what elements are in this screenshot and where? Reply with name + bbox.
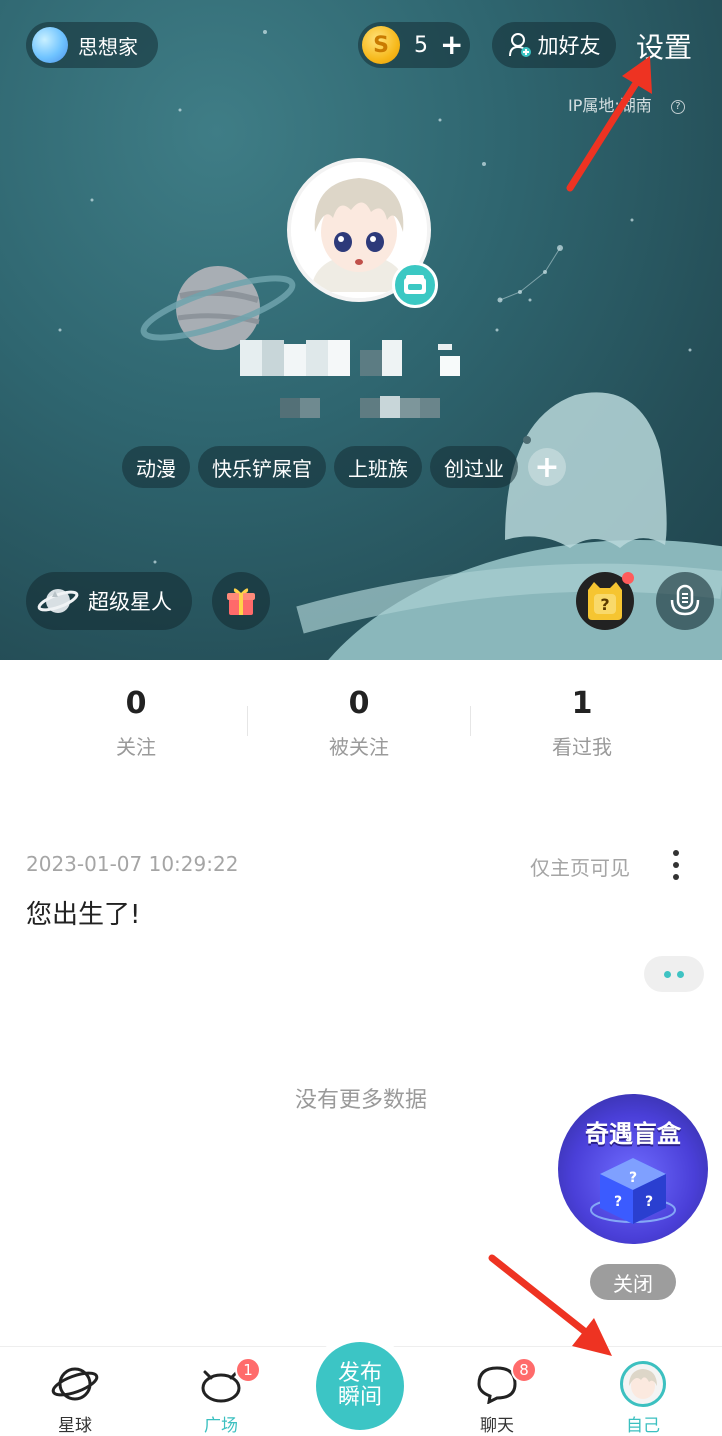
stat-value: 0 [348,686,370,721]
thinker-label: 思想家 [78,34,138,59]
coin-balance[interactable]: S 5 + [358,22,470,68]
svg-text:?: ? [614,1194,622,1210]
publish-label-line1: 发布 [337,1361,382,1386]
nav-label: 聊天 [480,1416,514,1436]
dot-icon [677,970,684,978]
publish-label-line2: 瞬间 [337,1385,382,1410]
super-star-button[interactable]: 超级星人 [26,572,192,630]
more-options-icon[interactable] [664,848,688,882]
tag-item[interactable]: 动漫 [122,446,190,488]
add-user-icon [508,33,531,57]
nav-label: 星球 [58,1416,92,1436]
tag-item[interactable]: 快乐铲屎官 [198,446,326,488]
thinker-badge[interactable]: 思想家 [26,22,158,68]
microphone-icon [670,584,700,616]
settings-button[interactable]: 设置 [636,26,692,66]
ip-location: IP属地:湖南 ? [568,92,685,116]
blind-box-floating-button[interactable]: 奇遇盲盒 ? ? ? [558,1094,708,1244]
cat-question-icon: ? [588,582,622,620]
nav-label: 自己 [626,1416,660,1436]
stat-value: 1 [571,686,593,721]
add-coins-icon[interactable]: + [440,31,463,59]
mystery-cube-icon: ? ? ? [590,1158,676,1224]
close-blind-box-button[interactable]: 关闭 [590,1264,676,1300]
notification-badge: 8 [511,1357,537,1383]
avatar-frame-badge[interactable] [392,262,438,308]
post-timestamp: 2023-01-07 10:29:22 [26,852,239,876]
nav-label: 广场 [204,1416,238,1436]
add-tag-button[interactable]: + [528,448,566,486]
nav-item-me[interactable]: 自己 [588,1347,698,1436]
stat-following[interactable]: 0 关注 [24,686,248,760]
comment-button[interactable] [644,956,704,992]
thinker-orb-icon [32,27,68,63]
svg-text:?: ? [645,1194,653,1210]
profile-header-background: 思想家 S 5 + 加好友 设置 IP属地:湖南 ? 动漫 快乐铲屎官 上班族 … [0,0,722,660]
add-friend-button[interactable]: 加好友 [492,22,616,68]
coin-icon: S [362,26,400,64]
notification-dot [622,572,634,584]
svg-text:?: ? [600,595,609,614]
interest-tags: 动漫 快乐铲屎官 上班族 创过业 + [122,446,566,488]
stat-followers[interactable]: 0 被关注 [247,686,471,760]
tag-item[interactable]: 上班族 [334,446,422,488]
ip-location-text: IP属地:湖南 [568,96,652,115]
blind-box-title: 奇遇盲盒 [585,1120,681,1148]
notification-badge: 1 [235,1357,261,1383]
stat-label: 关注 [116,735,156,759]
stat-label: 看过我 [552,735,612,759]
nav-item-planet[interactable]: 星球 [20,1347,130,1436]
store-icon [404,275,426,294]
add-friend-label: 加好友 [537,34,601,58]
gift-button[interactable] [212,572,270,630]
super-star-planet-icon [37,589,79,613]
svg-text:?: ? [629,1170,637,1186]
super-star-label: 超级星人 [88,590,172,614]
avatar [620,1361,666,1407]
coin-count: 5 [414,32,428,58]
nav-item-square[interactable]: 1 广场 [166,1347,276,1436]
tag-item[interactable]: 创过业 [430,446,518,488]
stat-visitors[interactable]: 1 看过我 [470,686,694,760]
help-icon[interactable]: ? [670,99,685,114]
post-visibility: 仅主页可见 [530,856,630,880]
gift-icon [227,588,255,615]
user-id-mosaic [280,396,440,418]
post-content: 您出生了! [26,900,141,930]
voice-signature-button[interactable] [656,572,714,630]
nav-item-chat[interactable]: 8 聊天 [442,1347,552,1436]
dot-icon [664,970,671,978]
stat-value: 0 [125,686,147,721]
publish-moment-button[interactable]: 发布 瞬间 [316,1342,404,1430]
mystery-cat-button[interactable]: ? [576,572,634,630]
planet-icon [51,1367,99,1401]
stat-label: 被关注 [329,735,389,759]
